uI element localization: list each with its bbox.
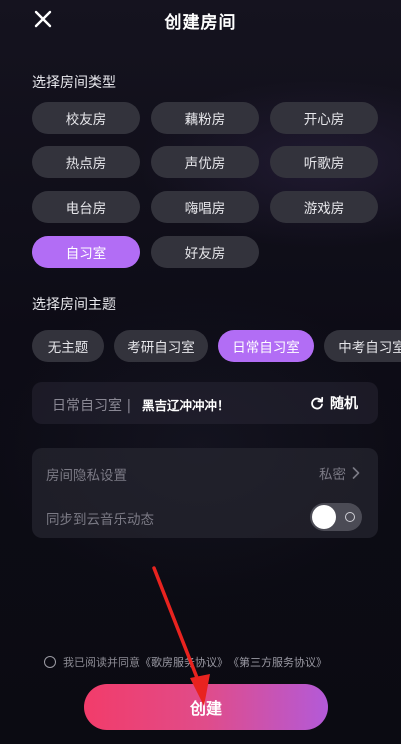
service-agreement-link[interactable]: 《歌房服务协议》 xyxy=(140,654,228,670)
room-type-chip[interactable]: 校友房 xyxy=(32,102,140,134)
agreement-row: 我已阅读并同意 《歌房服务协议》 《第三方服务协议》 xyxy=(44,654,327,670)
theme-chip[interactable]: 考研自习室 xyxy=(114,330,208,362)
privacy-value-text: 私密 xyxy=(319,467,346,483)
page-title: 创建房间 xyxy=(164,13,237,33)
sync-setting-label: 同步到云音乐动态 xyxy=(46,512,154,528)
privacy-setting-row[interactable]: 房间隐私设置 私密 xyxy=(32,450,378,494)
create-button[interactable]: 创建 xyxy=(84,684,328,730)
agreement-checkbox[interactable] xyxy=(44,656,56,668)
theme-chip[interactable]: 中考自习室 xyxy=(324,330,401,362)
room-type-label: 选择房间类型 xyxy=(32,75,116,91)
room-type-chip[interactable]: 嗨唱房 xyxy=(151,191,259,223)
random-name-button[interactable]: 随机 xyxy=(310,393,358,413)
room-type-chip[interactable]: 藕粉房 xyxy=(151,102,259,134)
refresh-icon xyxy=(311,396,324,410)
room-type-chip[interactable]: 听歌房 xyxy=(270,146,378,178)
top-bar: 创建房间 xyxy=(0,0,401,40)
toggle-off-indicator-icon xyxy=(345,512,355,522)
agreement-text: 我已阅读并同意 xyxy=(63,656,140,669)
room-name-value[interactable]: 黑吉辽冲冲冲！ xyxy=(142,395,230,414)
theme-chip-row[interactable]: 无主题 考研自习室 日常自习室 中考自习室 xyxy=(0,330,401,362)
create-room-screen: 创建房间 选择房间类型 校友房 藕粉房 开心房 热点房 声优房 听歌房 电台房 … xyxy=(0,0,401,744)
room-theme-label: 选择房间主题 xyxy=(32,297,116,313)
room-type-chip[interactable]: 电台房 xyxy=(32,191,140,223)
toggle-knob xyxy=(312,505,336,529)
third-party-agreement-link[interactable]: 《第三方服务协议》 xyxy=(228,654,327,670)
privacy-setting-label: 房间隐私设置 xyxy=(46,468,127,484)
room-type-chip[interactable]: 好友房 xyxy=(151,236,259,268)
room-name-prefix: 日常自习室 | xyxy=(52,398,132,414)
room-type-chip[interactable]: 游戏房 xyxy=(270,191,378,223)
theme-chip-selected[interactable]: 日常自习室 xyxy=(218,330,314,362)
room-type-chip[interactable]: 声优房 xyxy=(151,146,259,178)
sync-toggle[interactable] xyxy=(310,503,362,531)
sync-setting-row: 同步到云音乐动态 xyxy=(32,494,378,538)
room-name-field[interactable]: 日常自习室 | 黑吉辽冲冲冲！ 随机 xyxy=(32,382,378,424)
room-type-chip[interactable]: 热点房 xyxy=(32,146,140,178)
privacy-setting-value[interactable]: 私密 xyxy=(319,463,360,483)
room-type-chip-selected[interactable]: 自习室 xyxy=(32,236,140,268)
room-type-chip[interactable]: 开心房 xyxy=(270,102,378,134)
settings-card: 房间隐私设置 私密 同步到云音乐动态 xyxy=(32,448,378,538)
chevron-right-icon xyxy=(352,467,360,479)
random-name-label: 随机 xyxy=(330,396,358,412)
theme-chip[interactable]: 无主题 xyxy=(32,330,104,362)
